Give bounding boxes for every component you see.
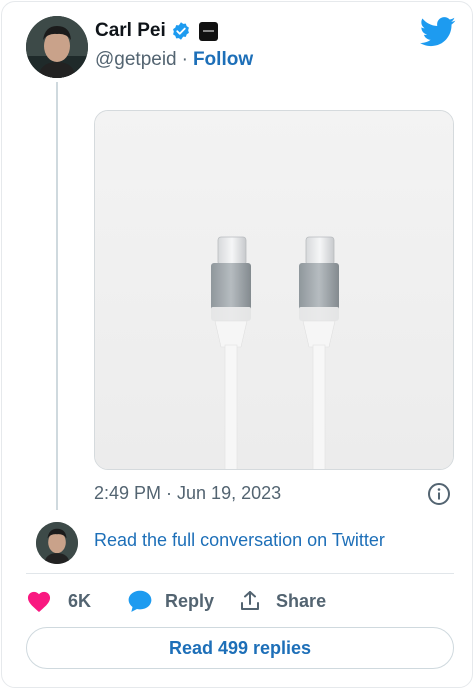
tweet-embed-card: Carl Pei @getpeid · Follow 2:49 PM · Jun…	[1, 1, 473, 688]
share-button[interactable]: Share	[238, 589, 326, 613]
like-count: 6K	[68, 590, 92, 611]
author-handle-row: @getpeid · Follow	[95, 49, 253, 71]
author-handle[interactable]: @getpeid	[95, 49, 177, 71]
conversation-avatar[interactable]	[36, 522, 78, 564]
tweet-timestamp[interactable]: 2:49 PM · Jun 19, 2023	[94, 483, 281, 504]
author-name[interactable]: Carl Pei	[95, 20, 166, 42]
reply-label: Reply	[165, 590, 215, 611]
info-icon[interactable]	[427, 482, 451, 506]
like-button[interactable]: 6K	[26, 589, 91, 613]
action-bar: 6K Reply Share	[26, 586, 326, 616]
twitter-bird-icon[interactable]	[419, 16, 456, 48]
thread-connector-line	[56, 82, 58, 510]
verified-badge-icon	[171, 21, 191, 41]
usb-c-cables-image[interactable]	[94, 110, 454, 470]
share-upload-icon	[238, 589, 262, 613]
heart-icon	[26, 589, 52, 613]
read-conversation-link[interactable]: Read the full conversation on Twitter	[94, 530, 385, 551]
separator-dot: ·	[181, 49, 188, 70]
nothing-logo-icon[interactable]	[198, 21, 218, 41]
divider	[26, 573, 454, 574]
author-name-row: Carl Pei	[95, 20, 218, 42]
speech-bubble-icon	[127, 589, 153, 613]
author-avatar[interactable]	[26, 16, 88, 78]
read-replies-button[interactable]: Read 499 replies	[26, 627, 454, 669]
follow-button[interactable]: Follow	[193, 49, 253, 71]
share-label: Share	[276, 590, 327, 611]
reply-button[interactable]: Reply	[127, 589, 214, 613]
